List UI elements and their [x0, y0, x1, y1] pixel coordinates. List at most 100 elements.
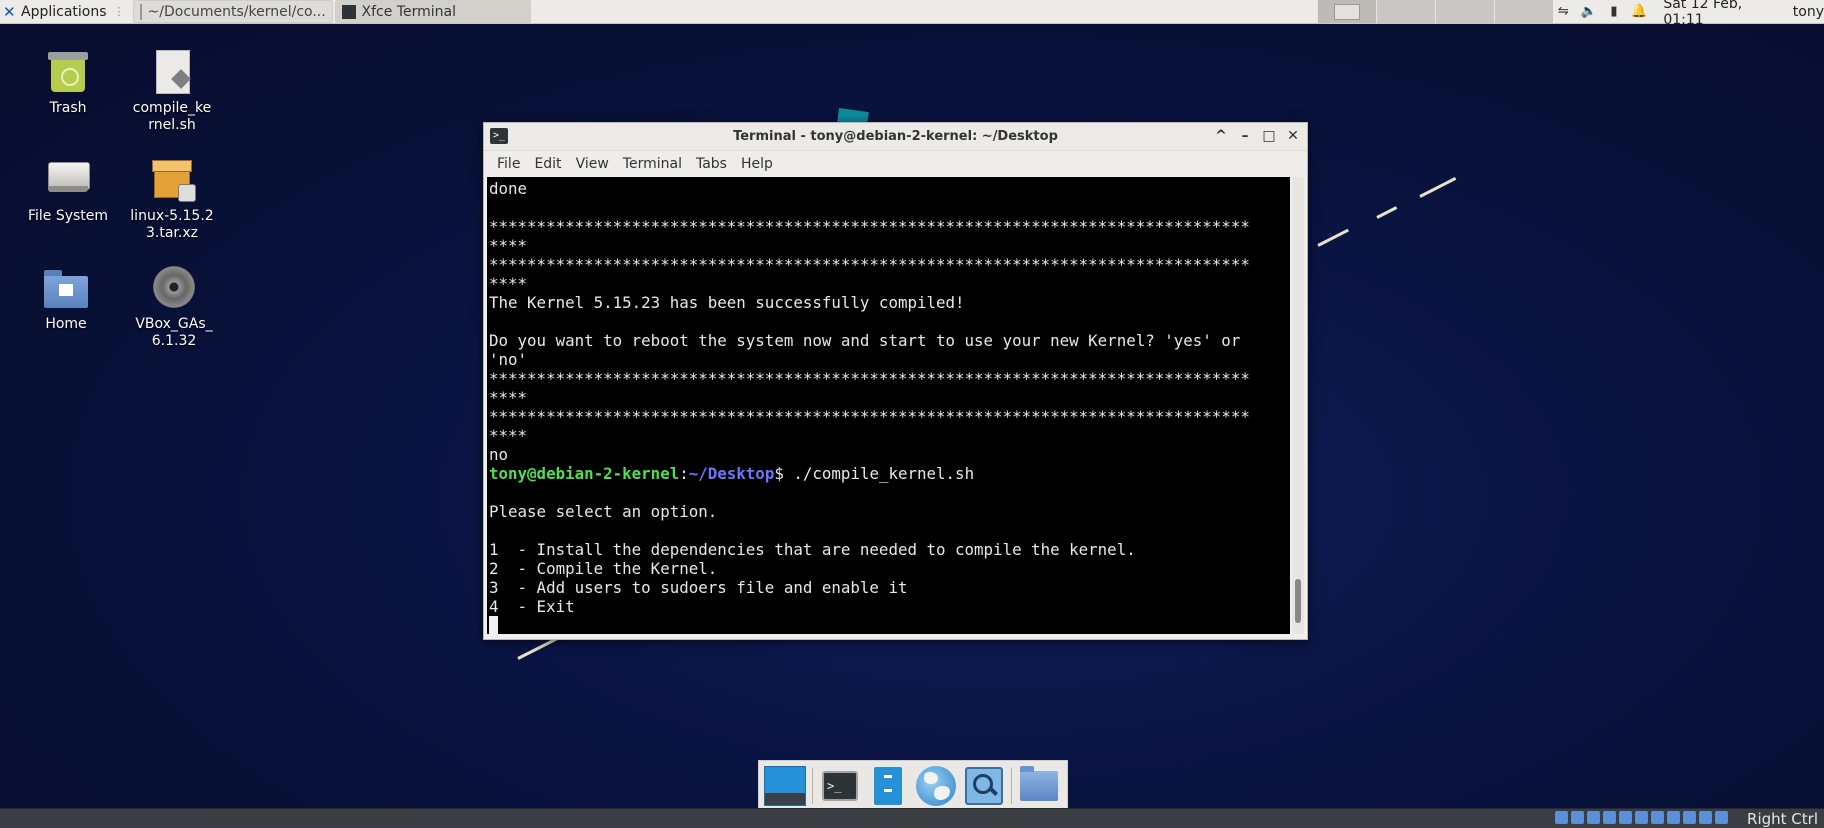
window-title: Terminal - tony@debian-2-kernel: ~/Deskt…: [733, 129, 1058, 144]
terminal-window: >_ Terminal - tony@debian-2-kernel: ~/De…: [483, 122, 1308, 640]
prompt-symbol: $: [774, 464, 794, 483]
desktop-icon-linux-archive[interactable]: linux-5.15.23.tar.xz: [122, 156, 222, 242]
minimize-button[interactable]: –: [1237, 127, 1253, 145]
audio-icon[interactable]: [1587, 811, 1600, 824]
optical-disc-icon: [150, 264, 198, 312]
taskbar-window-editor[interactable]: ~/Documents/kernel/co...: [132, 0, 333, 23]
folder-icon[interactable]: [1017, 764, 1061, 808]
wallpaper-streak: [1376, 206, 1398, 219]
user-menu[interactable]: tony: [1793, 4, 1824, 20]
menu-file[interactable]: File: [490, 156, 527, 172]
system-tray: ⇋ 🔈 ▮ 🔔 Sat 12 Feb, 01:11 tony: [1556, 0, 1824, 28]
terminal-line: ****************************************…: [489, 407, 1250, 426]
menu-tabs[interactable]: Tabs: [689, 156, 734, 172]
window-controls: ^ – □ ✕: [1213, 127, 1301, 145]
prompt-command: ./compile_kernel.sh: [793, 464, 975, 483]
menu-grip-icon: ⋮: [113, 5, 125, 18]
menu-option-2: 2 - Compile the Kernel.: [489, 559, 718, 578]
usb-icon[interactable]: [1619, 811, 1632, 824]
file-manager-icon[interactable]: [866, 764, 910, 808]
display-icon[interactable]: [1651, 811, 1664, 824]
window-titlebar[interactable]: >_ Terminal - tony@debian-2-kernel: ~/De…: [484, 123, 1307, 151]
network-icon[interactable]: ⇋: [1556, 4, 1571, 20]
battery-icon[interactable]: ▮: [1607, 4, 1622, 20]
xfce-logo-icon: ✕: [3, 2, 16, 21]
wallpaper-streak: [1317, 228, 1349, 247]
cpu-icon[interactable]: [1683, 811, 1696, 824]
script-file-icon: [148, 48, 196, 96]
desktop-icon-vbox-gas[interactable]: VBox_GAs_6.1.32: [124, 264, 224, 350]
taskbar-window-terminal[interactable]: Xfce Terminal: [334, 0, 531, 23]
keyboard-icon[interactable]: [1715, 811, 1728, 824]
desktop-icon-home[interactable]: Home: [16, 264, 116, 333]
prompt-separator: :: [679, 464, 689, 483]
terminal-icon[interactable]: >_: [818, 764, 862, 808]
shared-folders-icon[interactable]: [1635, 811, 1648, 824]
network-adapter-icon[interactable]: [1603, 811, 1616, 824]
notification-bell-icon[interactable]: 🔔: [1631, 4, 1647, 20]
terminal-line: ****: [489, 236, 528, 255]
shade-window-button[interactable]: ^: [1213, 127, 1229, 145]
desktop-icon-label: VBox_GAs_6.1.32: [135, 316, 213, 349]
workspace-2[interactable]: [1376, 0, 1435, 23]
web-browser-icon[interactable]: [914, 764, 958, 808]
menu-option-1: 1 - Install the dependencies that are ne…: [489, 540, 1136, 559]
workspace-switcher: [1317, 0, 1553, 23]
wallpaper-streak: [1419, 177, 1457, 198]
prompt-line: tony@debian-2-kernel:~/Desktop$ ./compil…: [489, 464, 1290, 483]
terminal-line: ****: [489, 388, 528, 407]
terminal-line: Do you want to reboot the system now and…: [489, 331, 1241, 350]
terminal-line: 'no': [489, 350, 528, 369]
desktop-icon-file-system[interactable]: File System: [18, 156, 118, 225]
maximize-button[interactable]: □: [1261, 127, 1277, 145]
applications-menu-button[interactable]: ✕ Applications ⋮: [0, 0, 131, 23]
terminal-line: no: [489, 445, 509, 464]
terminal-line: ****************************************…: [489, 255, 1250, 274]
optical-drive-icon[interactable]: [1571, 811, 1584, 824]
desktop-icon-label: linux-5.15.23.tar.xz: [130, 208, 214, 241]
terminal-line: ****************************************…: [489, 217, 1250, 236]
desktop-icon-compile-kernel[interactable]: compile_kernel.sh: [122, 48, 222, 134]
terminal-line: Please select an option.: [489, 502, 718, 521]
dock-separator: [812, 767, 813, 804]
applications-label: Applications: [21, 3, 107, 20]
prompt-user-host: tony@debian-2-kernel: [489, 464, 680, 483]
scrollbar-thumb[interactable]: [1295, 579, 1301, 623]
desktop-icon-trash[interactable]: Trash: [18, 48, 118, 117]
taskbar-window-title: Xfce Terminal: [361, 3, 456, 20]
workspace-1[interactable]: [1317, 0, 1376, 23]
menu-view[interactable]: View: [569, 156, 616, 172]
clock[interactable]: Sat 12 Feb, 01:11: [1663, 0, 1776, 28]
close-button[interactable]: ✕: [1285, 127, 1301, 145]
terminal-output[interactable]: done ************************************…: [487, 177, 1290, 634]
dock-separator: [1011, 767, 1012, 804]
terminal-menubar: File Edit View Terminal Tabs Help: [484, 151, 1307, 176]
desktop-icon-label: File System: [27, 208, 109, 224]
text-cursor: [489, 616, 498, 634]
menu-terminal[interactable]: Terminal: [616, 156, 689, 172]
storage-icon[interactable]: [1555, 811, 1568, 824]
bottom-dock: >_: [758, 760, 1068, 811]
cursor-line: [489, 616, 1290, 634]
prompt-path: ~/Desktop: [688, 464, 775, 483]
recording-icon[interactable]: [1667, 811, 1680, 824]
virtualbox-statusbar: Right Ctrl: [0, 808, 1824, 828]
app-finder-icon[interactable]: [962, 764, 1006, 808]
desktop-icon-label: Trash: [49, 100, 87, 116]
volume-icon[interactable]: 🔈: [1581, 4, 1597, 20]
terminal-line: The Kernel 5.15.23 has been successfully…: [489, 293, 965, 312]
show-desktop-icon[interactable]: [763, 764, 807, 808]
mouse-integration-icon[interactable]: [1699, 811, 1712, 824]
menu-option-4: 4 - Exit: [489, 597, 575, 616]
workspace-3[interactable]: [1435, 0, 1494, 23]
menu-option-3: 3 - Add users to sudoers file and enable…: [489, 578, 908, 597]
terminal-line: ****: [489, 426, 528, 445]
top-panel: ✕ Applications ⋮ ~/Documents/kernel/co..…: [0, 0, 1824, 28]
terminal-scrollbar[interactable]: [1292, 177, 1304, 634]
menu-edit[interactable]: Edit: [527, 156, 568, 172]
terminal-line: done: [489, 179, 528, 198]
workspace-4[interactable]: [1494, 0, 1553, 23]
menu-help[interactable]: Help: [734, 156, 780, 172]
